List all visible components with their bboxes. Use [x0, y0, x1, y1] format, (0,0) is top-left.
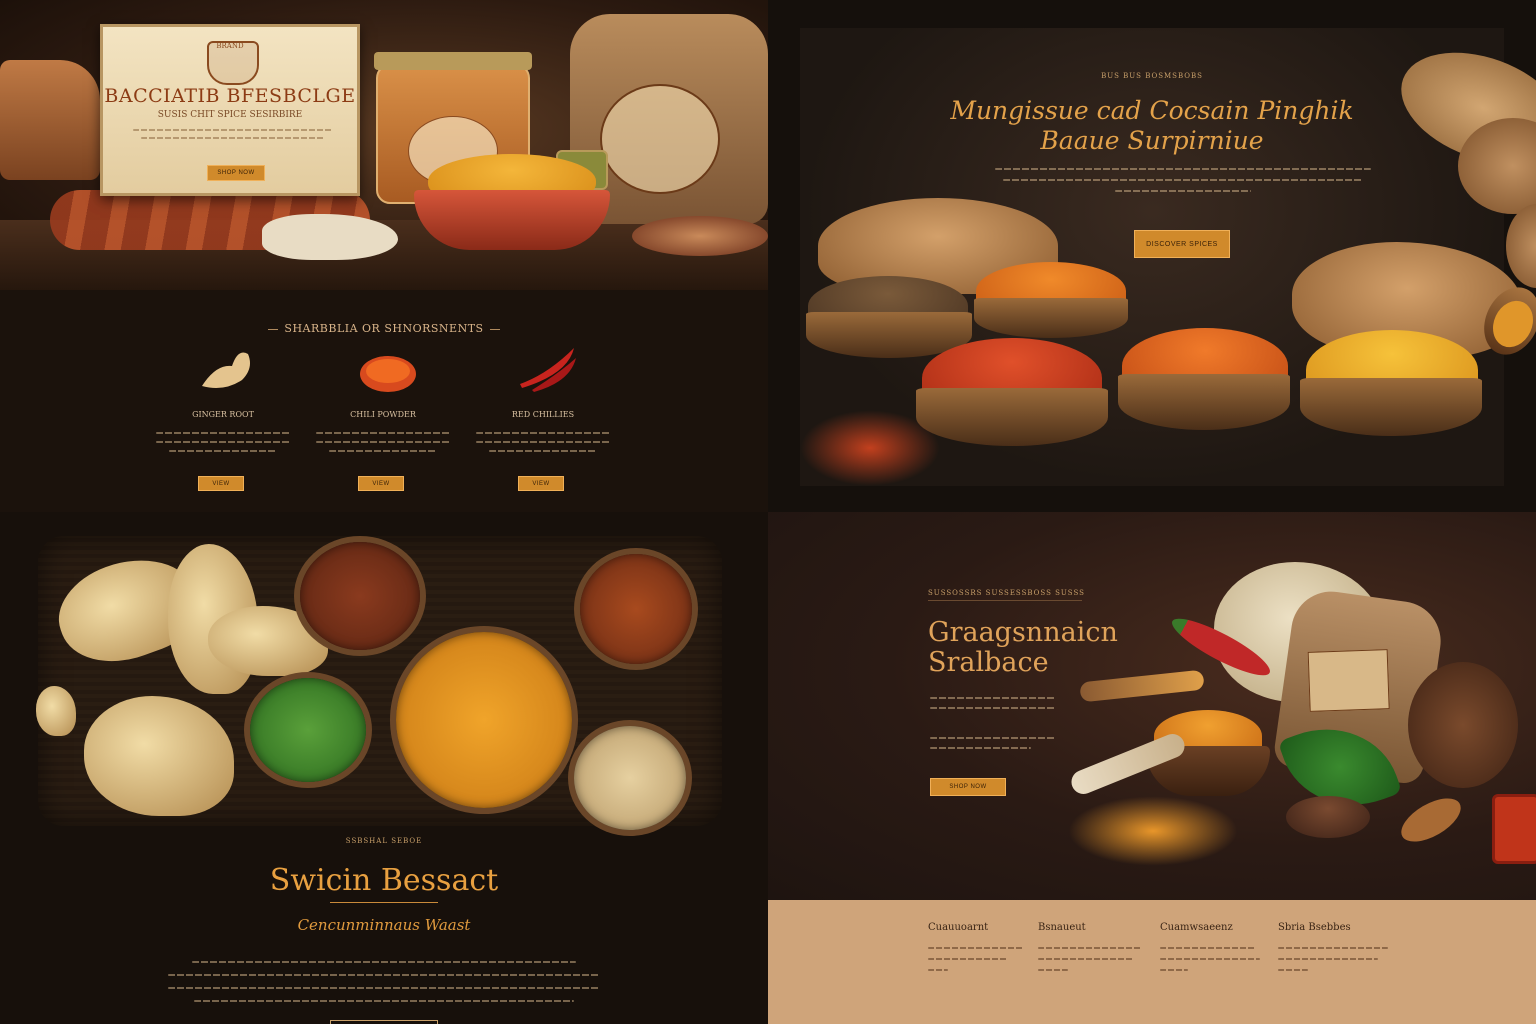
feature-cta-button[interactable]: VIEW — [358, 476, 404, 491]
section-subtitle: Cencunminnaus Waast — [297, 916, 471, 934]
hero-card: BUS BUS BOSMSBOBS Mungissue cad Cocsain … — [800, 28, 1536, 486]
turmeric-bowl-image — [396, 632, 572, 808]
spilled-spice-image — [800, 410, 940, 486]
ornate-plate-image — [632, 216, 768, 256]
hero-cta-button[interactable]: SHOP NOW — [930, 778, 1006, 796]
hero-sign-card: BRAND BACCIATIB BFESBCLGE SUSIS CHIT SPI… — [100, 24, 360, 196]
nutmeg-image — [1506, 204, 1536, 288]
footer-column-heading: Sbria Bsebbes — [1278, 922, 1351, 933]
footer-column: Sbria Bsebbes — [1278, 922, 1388, 980]
hero-body-text — [995, 168, 1371, 201]
spice-bowl-image — [1118, 374, 1290, 430]
nutmeg-image — [1408, 662, 1518, 788]
red-bowl-image — [414, 190, 610, 250]
herb-bowl-image — [250, 678, 366, 782]
bread-loaf-image — [0, 60, 100, 180]
crest-label: BRAND — [216, 42, 244, 50]
panel-spice-shop-c: SSBSHAL SEBOE Swicin Bessact Cencunminna… — [0, 512, 768, 1024]
chili-powder-bowl-icon — [360, 356, 416, 392]
cloth-napkin-image — [262, 214, 398, 260]
panel-spice-shop-d: SUSSOSSRS SUSSESSBOSS SUSSS Graagsnnaicn… — [768, 512, 1536, 1024]
footer-column-heading: Bsnaueut — [1038, 922, 1086, 933]
feature-card: CHILI POWDER VIEW — [308, 340, 458, 500]
red-spice-tray-image — [1492, 794, 1536, 864]
feature-cta-button[interactable]: VIEW — [518, 476, 564, 491]
ginger-image — [36, 686, 76, 736]
footer-links[interactable] — [1038, 947, 1142, 971]
footer-column-heading: Cuamwsaeenz — [1160, 922, 1233, 933]
footer-column: Cuamwsaeenz — [1160, 922, 1260, 980]
spice-bowl-image — [974, 298, 1128, 338]
section-title: SHARBBLIA OR SHNORSNENTS — [0, 322, 768, 335]
feature-description — [476, 432, 610, 459]
red-chili-icon — [520, 348, 576, 392]
feature-name: RED CHILLIES — [511, 410, 575, 419]
footer-column: Bsnaueut — [1038, 922, 1142, 980]
ginger-image — [84, 696, 234, 816]
footer-column-heading: Cuauuoarnt — [928, 922, 989, 933]
eyebrow-divider — [928, 600, 1082, 601]
feature-description — [156, 432, 290, 459]
hero-cta-button[interactable]: SHOP NOW — [207, 165, 265, 181]
feature-card: GINGER ROOT VIEW — [148, 340, 298, 500]
section-cta-button[interactable] — [330, 1020, 438, 1024]
hero-eyebrow: BUS BUS BOSMSBOBS — [1101, 72, 1203, 80]
panel-spice-shop-b: BUS BUS BOSMSBOBS Mungissue cad Cocsain … — [768, 0, 1536, 512]
footer-column: Cuauuoarnt — [928, 922, 1028, 980]
hero-title: Mungissue cad Cocsain Pinghik Baaue Surp… — [950, 96, 1354, 155]
ginger-icon — [202, 352, 250, 388]
section-eyebrow: SSBSHAL SEBOE — [345, 837, 423, 845]
cinnamon-bowl-image — [300, 542, 420, 650]
hero-body-text — [930, 697, 1056, 717]
chili-bowl-image — [580, 554, 692, 664]
feature-cta-button[interactable]: VIEW — [198, 476, 244, 491]
hero-body-text — [133, 129, 333, 145]
spice-bowl-image — [1300, 378, 1482, 436]
title-divider — [330, 902, 438, 903]
hero-body-text — [930, 737, 1056, 757]
feature-name: CHILI POWDER — [350, 410, 416, 419]
footer-links[interactable] — [1160, 947, 1260, 971]
hero-subtitle: SUSIS CHIT SPICE SESIRBIRE — [157, 110, 303, 120]
spice-bowl-image — [916, 388, 1108, 446]
footer-links[interactable] — [928, 947, 1028, 971]
wooden-board-image — [36, 536, 722, 830]
footer-links[interactable] — [1278, 947, 1388, 971]
section-body-text — [168, 961, 600, 1013]
section-title: Swicin Bessact — [269, 863, 499, 898]
hero-title: Graagsnnaicn Sralbace — [928, 617, 1118, 678]
spilled-turmeric-image — [1068, 796, 1238, 866]
panel-spice-shop-a: BRAND BACCIATIB BFESBCLGE SUSIS CHIT SPI… — [0, 0, 768, 512]
footer: Cuauuoarnt Bsnaueut Cuamwsaeenz Sbria Bs… — [768, 900, 1536, 1024]
cocoa-bowl-image — [1286, 796, 1370, 838]
feature-card: RED CHILLIES VIEW — [468, 340, 618, 500]
hero-eyebrow: SUSSOSSRS SUSSESSBOSS SUSSS — [928, 589, 1085, 597]
sesame-bowl-image — [574, 726, 686, 830]
feature-description — [316, 432, 450, 459]
hero-cta-button[interactable]: DISCOVER SPICES — [1134, 230, 1230, 258]
feature-name: GINGER ROOT — [192, 410, 254, 419]
hero-title: BACCIATIB BFESBCLGE — [104, 85, 356, 107]
